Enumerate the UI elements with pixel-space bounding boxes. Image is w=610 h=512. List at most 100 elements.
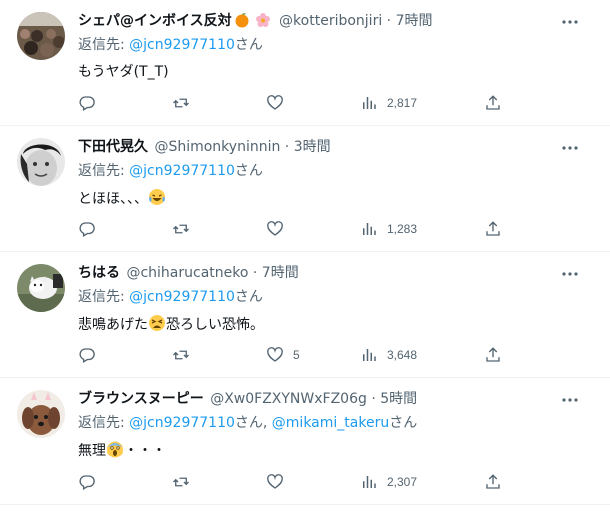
timestamp[interactable]: 7時間 bbox=[262, 265, 299, 281]
reply-icon bbox=[79, 96, 95, 111]
reply-prefix: 返信先: bbox=[78, 163, 130, 179]
handle[interactable]: @kotteribonjiri bbox=[279, 13, 382, 29]
action-bar: 2,817 bbox=[78, 93, 508, 113]
retweet-icon bbox=[173, 224, 189, 234]
display-name[interactable]: ブラウンスヌーピー bbox=[78, 391, 204, 407]
reply-suffix: さん bbox=[234, 289, 263, 305]
share-button[interactable] bbox=[484, 472, 502, 492]
like-button[interactable] bbox=[266, 219, 293, 239]
views-button[interactable]: 2,307 bbox=[360, 472, 417, 492]
like-button[interactable] bbox=[266, 472, 293, 492]
views-count: 2,307 bbox=[387, 475, 418, 489]
reply-icon bbox=[79, 475, 95, 490]
mention-link[interactable]: @jcn92977110 bbox=[129, 37, 235, 53]
share-button[interactable] bbox=[484, 219, 502, 239]
share-icon bbox=[486, 347, 500, 362]
display-name[interactable]: 下田代晃久 bbox=[78, 139, 148, 155]
separator-dot: · bbox=[382, 13, 396, 29]
timestamp[interactable]: 3時間 bbox=[294, 139, 331, 155]
share-button[interactable] bbox=[484, 345, 502, 365]
more-icon[interactable] bbox=[560, 390, 580, 410]
like-icon bbox=[267, 95, 283, 110]
share-button[interactable] bbox=[484, 93, 502, 113]
handle[interactable]: @chiharucatneko bbox=[126, 265, 248, 281]
tweet-header: ブラウンスヌーピー @Xw0FZXYNWxFZ06g · 5時間 bbox=[78, 389, 417, 409]
views-count: 3,648 bbox=[387, 348, 418, 362]
tweet-header: ちはる @chiharucatneko · 7時間 bbox=[78, 263, 299, 283]
share-icon bbox=[486, 221, 500, 236]
more-icon[interactable] bbox=[560, 264, 580, 284]
retweet-button[interactable] bbox=[172, 219, 199, 239]
views-button[interactable]: 3,648 bbox=[360, 345, 417, 365]
share-icon bbox=[486, 95, 500, 110]
tweet-header: 下田代晃久 @Shimonkyninnin · 3時間 bbox=[78, 137, 331, 157]
mention-link[interactable]: @jcn92977110 bbox=[129, 289, 235, 305]
retweet-icon bbox=[173, 98, 189, 108]
views-count: 2,817 bbox=[387, 96, 418, 110]
screaming-face-emoji-icon bbox=[106, 440, 124, 464]
tweet-text: もうヤダ(T_T) bbox=[78, 64, 169, 80]
reply-context: 返信先: @jcn92977110さん bbox=[78, 35, 263, 55]
reply-separator: さん, bbox=[234, 415, 272, 431]
tweet-text-row: とほほ、、、 bbox=[78, 188, 166, 212]
like-button[interactable] bbox=[266, 93, 293, 113]
reply-button[interactable] bbox=[78, 472, 105, 492]
reply-context: 返信先: @jcn92977110さん bbox=[78, 287, 263, 307]
reply-suffix: さん bbox=[234, 37, 263, 53]
avatar[interactable] bbox=[17, 138, 65, 186]
views-icon bbox=[363, 476, 376, 488]
retweet-button[interactable] bbox=[172, 93, 199, 113]
more-icon[interactable] bbox=[560, 12, 580, 32]
blossom-emoji-icon bbox=[255, 12, 271, 34]
reply-button[interactable] bbox=[78, 93, 105, 113]
tweet-text: とほほ、、、 bbox=[78, 191, 148, 207]
mention-link[interactable]: @mikami_takeru bbox=[272, 415, 389, 431]
reply-button[interactable] bbox=[78, 219, 105, 239]
handle[interactable]: @Xw0FZXYNWxFZ06g bbox=[210, 391, 367, 407]
handle[interactable]: @Shimonkyninnin bbox=[154, 139, 280, 155]
avatar[interactable] bbox=[17, 390, 65, 438]
action-bar: 5 3,648 bbox=[78, 345, 508, 365]
retweet-button[interactable] bbox=[172, 345, 199, 365]
mention-link[interactable]: @jcn92977110 bbox=[129, 163, 235, 179]
tweet[interactable]: ちはる @chiharucatneko · 7時間 返信先: @jcn92977… bbox=[0, 252, 610, 378]
tweet-text-part: 悲鳴あげた bbox=[78, 317, 148, 333]
retweet-icon bbox=[173, 350, 189, 360]
tweet[interactable]: ブラウンスヌーピー @Xw0FZXYNWxFZ06g · 5時間 返信先: @j… bbox=[0, 378, 610, 505]
action-bar: 1,283 bbox=[78, 219, 508, 239]
reply-prefix: 返信先: bbox=[78, 289, 130, 305]
orange-emoji-icon bbox=[234, 12, 250, 34]
crying-laughing-emoji-icon bbox=[148, 188, 166, 212]
timestamp[interactable]: 7時間 bbox=[396, 13, 433, 29]
avatar[interactable] bbox=[17, 12, 65, 60]
display-name[interactable]: ちはる bbox=[78, 265, 120, 281]
separator-dot: · bbox=[366, 391, 381, 407]
like-count: 5 bbox=[293, 348, 300, 362]
tweet-text-part: 無理 bbox=[78, 443, 106, 459]
views-count: 1,283 bbox=[387, 222, 418, 236]
views-icon bbox=[363, 97, 376, 109]
tired-face-emoji-icon bbox=[148, 314, 166, 338]
like-icon bbox=[267, 474, 283, 489]
tweet-text-row: 無理 ・・・ bbox=[78, 440, 166, 464]
tweet-text-row: 悲鳴あげた 恐ろしい恐怖。 bbox=[78, 314, 264, 338]
share-icon bbox=[486, 474, 500, 489]
action-bar: 2,307 bbox=[78, 472, 508, 492]
avatar[interactable] bbox=[17, 264, 65, 312]
reply-context: 返信先: @jcn92977110さん, @mikami_takeruさん bbox=[78, 413, 417, 433]
reply-button[interactable] bbox=[78, 345, 105, 365]
like-icon bbox=[267, 347, 283, 362]
like-button[interactable]: 5 bbox=[266, 345, 300, 365]
tweet-text-part: 恐ろしい恐怖。 bbox=[166, 317, 264, 333]
tweet[interactable]: 下田代晃久 @Shimonkyninnin · 3時間 返信先: @jcn929… bbox=[0, 126, 610, 252]
like-icon bbox=[267, 221, 283, 236]
tweet[interactable]: シェパ@インボイス反対 @kotteribonjiri · 7時間 返信先: @… bbox=[0, 0, 610, 126]
timestamp[interactable]: 5時間 bbox=[380, 391, 417, 407]
retweet-button[interactable] bbox=[172, 472, 199, 492]
display-name[interactable]: シェパ@インボイス反対 bbox=[78, 13, 232, 29]
views-button[interactable]: 2,817 bbox=[360, 93, 417, 113]
mention-link[interactable]: @jcn92977110 bbox=[129, 415, 235, 431]
more-icon[interactable] bbox=[560, 138, 580, 158]
views-button[interactable]: 1,283 bbox=[360, 219, 417, 239]
tweet-text-part: ・・・ bbox=[124, 443, 166, 459]
